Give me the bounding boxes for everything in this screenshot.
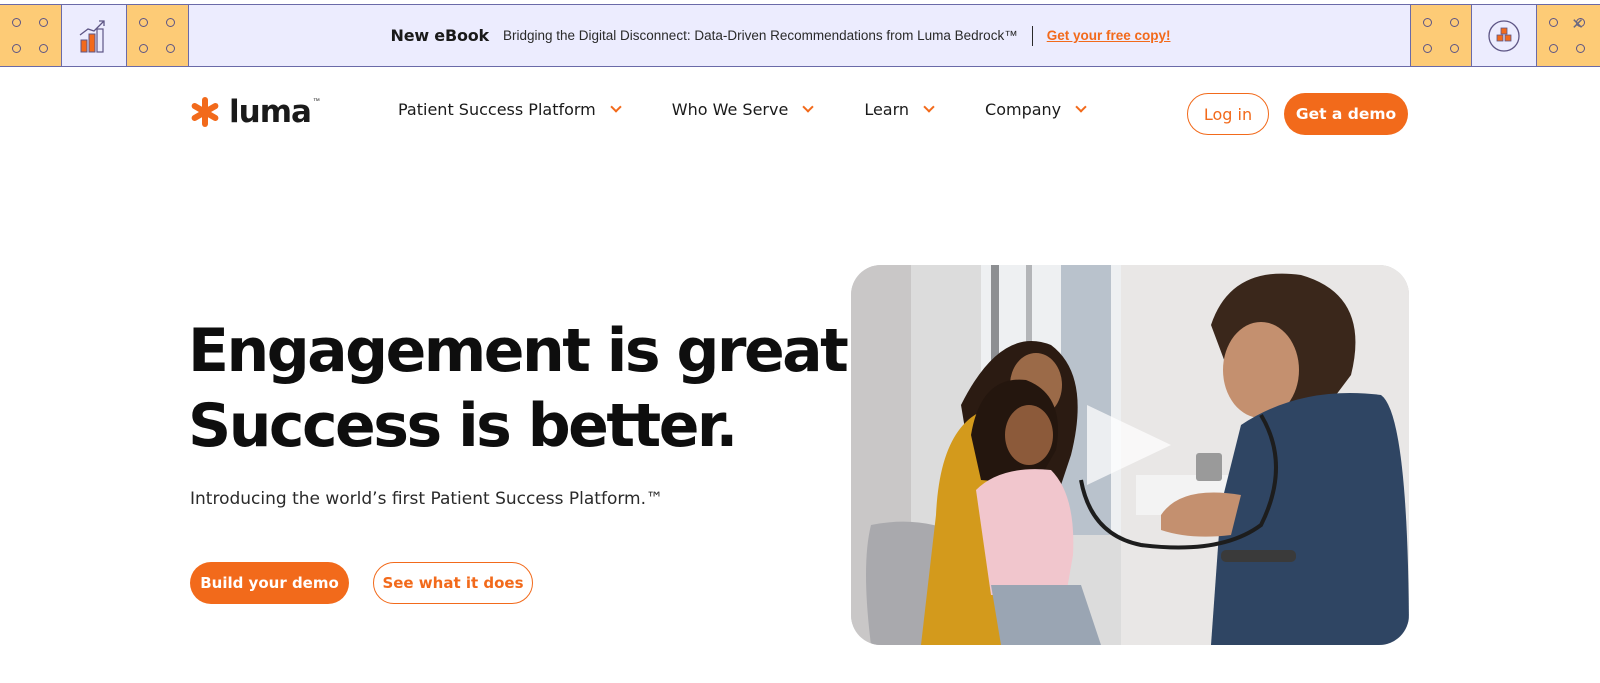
decorative-dots-tile xyxy=(1410,5,1472,66)
logo-wordmark: luma xyxy=(229,93,312,130)
hero-headline: Engagement is great. Success is better. xyxy=(188,314,869,464)
banner-title: New eBook xyxy=(390,26,490,45)
nav-label: Company xyxy=(985,100,1062,119)
luma-logo[interactable]: luma ™ xyxy=(189,96,326,128)
play-icon[interactable] xyxy=(1087,405,1171,485)
nav-who-we-serve[interactable]: Who We Serve xyxy=(671,100,814,119)
hero-headline-line1: Engagement is great. xyxy=(188,316,869,386)
chevron-down-icon xyxy=(802,100,814,113)
nav-learn[interactable]: Learn xyxy=(864,100,935,119)
nav-patient-success-platform[interactable]: Patient Success Platform xyxy=(398,100,622,119)
nav-label: Patient Success Platform xyxy=(398,100,596,119)
decorative-dots-tile xyxy=(127,5,189,66)
nav-label: Learn xyxy=(864,100,910,119)
banner-cta-link[interactable]: Get your free copy! xyxy=(1047,28,1171,43)
nav-label: Who We Serve xyxy=(671,100,789,119)
growth-chart-icon xyxy=(62,5,127,66)
chevron-down-icon xyxy=(923,100,935,113)
chevron-down-icon xyxy=(1075,100,1087,113)
chevron-down-icon xyxy=(610,100,622,113)
logo-trademark: ™ xyxy=(312,97,320,105)
build-demo-button[interactable]: Build your demo xyxy=(190,562,349,604)
banner-text: Bridging the Digital Disconnect: Data-Dr… xyxy=(502,28,1018,43)
see-what-it-does-button[interactable]: See what it does xyxy=(373,562,533,604)
hero-subtitle: Introducing the world’s first Patient Su… xyxy=(190,489,664,509)
login-button[interactable]: Log in xyxy=(1187,93,1269,135)
main-nav: Patient Success Platform Who We Serve Le… xyxy=(398,100,1087,119)
close-icon[interactable]: ✕ xyxy=(1571,17,1584,32)
decorative-dots-tile xyxy=(1537,5,1600,66)
nav-company[interactable]: Company xyxy=(985,100,1087,119)
banner-message: New eBook Bridging the Digital Disconnec… xyxy=(187,5,1374,66)
announcement-banner: New eBook Bridging the Digital Disconnec… xyxy=(0,4,1600,67)
hero-headline-line2: Success is better. xyxy=(188,391,738,461)
banner-divider xyxy=(1031,25,1033,46)
asterisk-logo-icon xyxy=(191,97,219,127)
get-demo-button[interactable]: Get a demo xyxy=(1284,93,1408,135)
building-blocks-icon xyxy=(1472,5,1537,66)
decorative-dots-tile xyxy=(0,5,62,66)
